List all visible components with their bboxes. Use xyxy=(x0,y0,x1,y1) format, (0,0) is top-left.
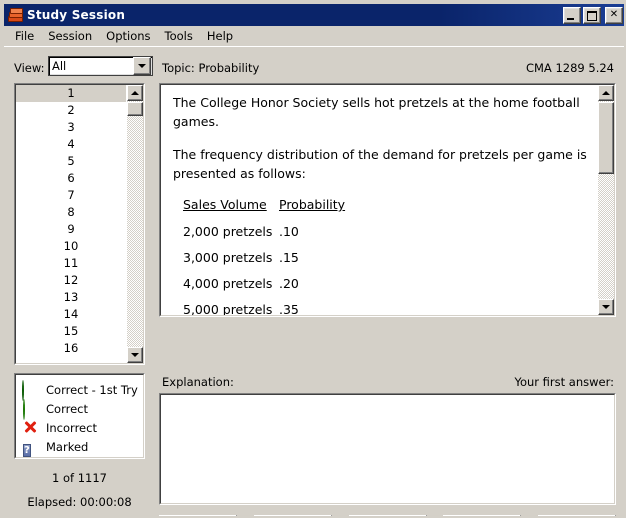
maximize-button[interactable] xyxy=(583,7,601,24)
scroll-up-icon[interactable] xyxy=(598,85,614,101)
question-list-items[interactable]: 1 2 3 4 5 6 7 8 9 10 11 12 13 14 15 16 xyxy=(16,85,126,363)
marked-icon: ? xyxy=(23,444,31,457)
list-item[interactable]: 7 xyxy=(16,187,126,204)
question-list[interactable]: 1 2 3 4 5 6 7 8 9 10 11 12 13 14 15 16 xyxy=(14,83,145,365)
menu-tools[interactable]: Tools xyxy=(158,27,200,45)
menu-file[interactable]: File xyxy=(8,27,41,45)
list-item[interactable]: 3 xyxy=(16,119,126,136)
sales-volume-cell: 5,000 pretzels xyxy=(183,302,273,315)
topic-caption: Topic: xyxy=(162,61,195,75)
explanation-text[interactable] xyxy=(160,394,615,504)
question-position-status: 1 of 1117 xyxy=(52,471,107,485)
view-select-value: All xyxy=(52,59,67,73)
legend-row-incorrect: Incorrect xyxy=(22,418,143,437)
explanation-label: Explanation: xyxy=(162,375,234,389)
legend-label: Correct xyxy=(46,401,88,416)
menu-session[interactable]: Session xyxy=(41,27,99,45)
probability-cell: .20 xyxy=(279,276,299,291)
legend-panel: Correct - 1st Try Correct Incorrect ? Ma… xyxy=(14,373,145,459)
list-item[interactable]: 4 xyxy=(16,136,126,153)
list-item[interactable]: 8 xyxy=(16,204,126,221)
window-title: Study Session xyxy=(27,8,126,22)
legend-label: Correct - 1st Try xyxy=(46,382,138,397)
menu-help[interactable]: Help xyxy=(200,27,240,45)
question-pane: The College Honor Society sells hot pret… xyxy=(159,83,616,317)
elapsed-time-status: Elapsed: 00:00:08 xyxy=(27,495,132,509)
question-paragraph: The College Honor Society sells hot pret… xyxy=(173,95,580,129)
question-list-scrollbar[interactable] xyxy=(127,85,143,363)
topic-label: Topic: Probability xyxy=(162,61,259,75)
legend-row-correct-first-try: Correct - 1st Try xyxy=(22,380,143,401)
legend-row-marked: ? Marked xyxy=(22,437,143,457)
probability-cell: .15 xyxy=(279,250,299,265)
list-item[interactable]: 14 xyxy=(16,306,126,323)
correct-first-try-icon xyxy=(22,380,39,401)
list-item[interactable]: 5 xyxy=(16,153,126,170)
table-row: 3,000 pretzels .15 xyxy=(183,250,587,265)
list-item[interactable]: 6 xyxy=(16,170,126,187)
scrollbar-thumb[interactable] xyxy=(127,102,143,116)
list-item[interactable]: 10 xyxy=(16,238,126,255)
legend-label: Marked xyxy=(46,439,89,454)
minimize-icon xyxy=(567,18,574,20)
menu-bar: File Session Options Tools Help xyxy=(4,26,624,46)
list-item[interactable]: 15 xyxy=(16,323,126,340)
legend-row-correct: Correct xyxy=(22,399,143,420)
list-item[interactable]: 13 xyxy=(16,289,126,306)
window-controls: ✕ xyxy=(563,7,623,24)
source-reference: CMA 1289 5.24 xyxy=(525,61,614,75)
books-icon xyxy=(7,7,23,23)
explanation-box[interactable] xyxy=(159,393,616,505)
scrollbar-track[interactable] xyxy=(127,101,143,347)
list-item[interactable]: 16 xyxy=(16,340,126,357)
sales-volume-cell: 4,000 pretzels xyxy=(183,276,273,291)
menu-options[interactable]: Options xyxy=(99,27,157,45)
table-row: 4,000 pretzels .20 xyxy=(183,276,587,291)
scroll-down-icon[interactable] xyxy=(127,347,143,363)
frequency-distribution-table: Sales Volume Probability 2,000 pretzels … xyxy=(183,197,587,315)
view-label: View: xyxy=(14,61,45,75)
scroll-down-icon[interactable] xyxy=(598,299,614,315)
question-paragraph: The frequency distribution of the demand… xyxy=(173,147,587,181)
scroll-up-icon[interactable] xyxy=(127,85,143,101)
chevron-down-icon[interactable] xyxy=(133,57,151,75)
scrollbar-thumb[interactable] xyxy=(598,102,614,174)
table-row: 2,000 pretzels .10 xyxy=(183,224,587,239)
correct-icon xyxy=(22,399,39,420)
study-session-window: Study Session ✕ File Session Options Too… xyxy=(0,0,626,518)
first-answer-label: Your first answer: xyxy=(514,375,614,389)
list-item[interactable]: 2 xyxy=(16,102,126,119)
client-area: View: All Topic: Probability CMA 1289 5.… xyxy=(4,46,624,516)
legend-label: Incorrect xyxy=(46,420,97,435)
sales-volume-cell: 3,000 pretzels xyxy=(183,250,273,265)
column-header: Probability xyxy=(279,197,346,212)
topic-value: Probability xyxy=(198,61,260,75)
minimize-button[interactable] xyxy=(563,7,581,24)
column-header: Sales Volume xyxy=(183,197,267,212)
table-header-row: Sales Volume Probability xyxy=(183,197,587,212)
question-pane-scrollbar[interactable] xyxy=(598,85,614,315)
probability-cell: .10 xyxy=(279,224,299,239)
table-row: 5,000 pretzels .35 xyxy=(183,302,587,315)
question-text: The College Honor Society sells hot pret… xyxy=(161,85,597,315)
close-button[interactable]: ✕ xyxy=(605,7,623,24)
list-item[interactable]: 11 xyxy=(16,255,126,272)
view-select[interactable]: All xyxy=(48,56,153,76)
maximize-icon xyxy=(587,11,597,21)
list-item[interactable]: 9 xyxy=(16,221,126,238)
sales-volume-cell: 2,000 pretzels xyxy=(183,224,273,239)
incorrect-icon xyxy=(22,419,39,436)
list-item[interactable]: 12 xyxy=(16,272,126,289)
close-icon: ✕ xyxy=(609,9,619,20)
title-bar: Study Session ✕ xyxy=(4,4,624,26)
probability-cell: .35 xyxy=(279,302,299,315)
list-item[interactable]: 1 xyxy=(16,85,126,102)
